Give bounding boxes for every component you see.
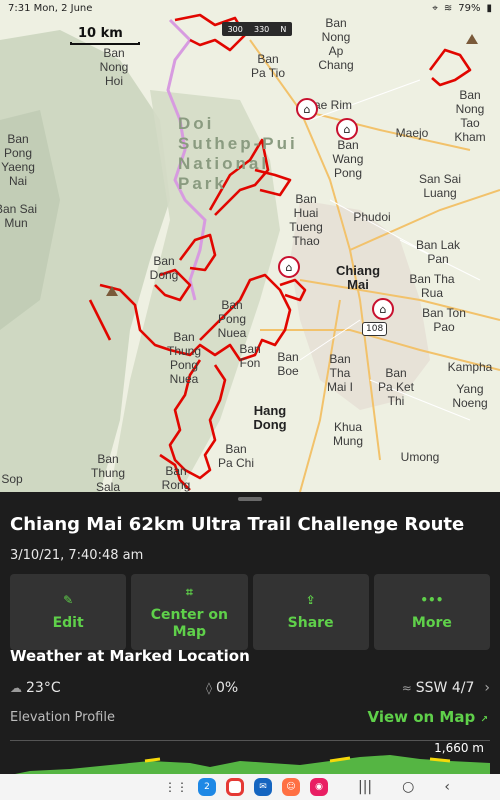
view-on-map-label: View on Map [367,708,476,726]
place-label: Ban Pa Chi [217,442,255,470]
home-icon[interactable]: ○ [402,779,414,795]
heading-compass[interactable]: 300 330 N [222,22,292,36]
elevation-max: 1,660 m [432,741,486,755]
place-label: Phudoi [353,210,391,224]
calendar-app-icon[interactable]: 2 [198,778,216,796]
sheet-drag-handle[interactable] [238,497,262,501]
chrome-app-icon[interactable] [226,778,244,796]
place-label: Khua Mung [332,420,364,448]
weather-row[interactable]: ☁ 23°C ◊ 0% ≈ SSW 4/7 › [10,680,490,696]
center-button-label: Center on Map [150,606,229,640]
weather-wind: SSW 4/7 [415,680,475,696]
lodging-marker-icon[interactable]: ⌂ [372,298,394,320]
park-label: Doi Suthep-Pui National Park [178,114,298,193]
place-label: Ban Pa Ket Thi [377,366,415,408]
place-label: San Sai Luang [418,172,462,200]
place-label: Ban Pa Tio [250,52,286,80]
place-label: Ban Sai Mun [0,202,38,230]
place-label: Ban Boe [277,350,299,378]
place-label: Ban Pong Yaeng Nai [1,132,35,188]
action-buttons: ✎ Edit ⌗ Center on Map ⇪ Share ••• More [10,574,490,650]
place-label: Ban Pong Nuea [217,298,247,340]
road-shield: 108 [362,322,388,336]
battery-icon: ▮ [486,2,492,14]
place-label: Ban Rong [161,464,191,492]
place-label: Ban Thung Pong Nuea [166,330,202,386]
system-nav-bar: ⋮⋮ 2 ✉ ☺ ◉ ||| ○ ‹ [0,774,500,800]
place-label: Ban Nong Hoi [99,46,129,88]
raindrop-icon: ◊ [206,681,212,695]
lodging-marker-icon[interactable]: ⌂ [278,256,300,278]
status-date: Mon, 2 June [33,2,93,14]
share-icon: ⇪ [305,593,316,607]
scale-label: 10 km [78,26,123,41]
place-label: Ban Ton Pao [422,306,466,334]
map-view[interactable]: 10 km 300 330 N Doi Suthep-Pui National … [0,0,500,492]
share-button-label: Share [287,615,334,631]
more-dots-icon: ••• [420,593,444,607]
elevation-chart [10,755,490,775]
back-icon[interactable]: ‹ [444,779,450,795]
view-on-map-link[interactable]: View on Map ↗ [367,708,488,726]
app-drawer-icon[interactable]: ⋮⋮ [164,780,188,794]
chevron-right-icon: › [484,680,490,696]
lodging-marker-icon[interactable]: ⌂ [336,118,358,140]
compass-tick: 330 [253,24,270,34]
route-title: Chiang Mai 62km Ultra Trail Challenge Ro… [10,514,465,535]
status-bar: 7:31 Mon, 2 June ⌖ ≋ 79% ▮ [0,0,500,16]
lodging-marker-icon[interactable]: ⌂ [296,98,318,120]
place-label-town: Hang Dong [253,403,287,432]
more-button[interactable]: ••• More [373,574,490,650]
camera-app-icon[interactable]: ◉ [310,778,328,796]
messages-app-icon[interactable]: ✉ [254,778,272,796]
wind-icon: ≈ [401,681,412,695]
compass-tick: N [280,24,287,34]
place-label: Ban Wang Pong [332,138,364,180]
place-label: Yang Noeng [452,382,488,410]
place-label: Umong [400,450,440,464]
route-timestamp: 3/10/21, 7:40:48 am [10,548,144,563]
center-on-map-button[interactable]: ⌗ Center on Map [131,574,248,650]
status-time: 7:31 [8,2,31,14]
center-focus-icon: ⌗ [185,584,193,599]
place-label: Ban Fon [239,342,261,370]
place-label: Ban Thung Sala [90,452,126,492]
location-icon: ⌖ [432,2,438,14]
route-details-sheet: Chiang Mai 62km Ultra Trail Challenge Ro… [0,492,500,800]
compass-tick: 300 [227,24,243,34]
place-label: Ban Nong Tao Kham [454,88,486,144]
more-button-label: More [411,615,452,631]
elevation-profile[interactable]: 1,660 m [10,740,490,775]
place-label: Ban Lak Pan [415,238,461,266]
weather-precipitation: 0% [215,680,239,696]
weather-title: Weather at Marked Location [10,647,250,665]
place-label: Ban Dong [149,254,179,282]
scale-bar [70,42,140,45]
place-label: Ban Huai Tueng Thao [289,192,323,248]
place-label: Kampha [447,360,493,374]
battery-level: 79% [458,2,481,14]
place-label: Ban Tha Rua [409,272,455,300]
cloud-icon: ☁ [10,681,22,695]
pencil-icon: ✎ [63,593,74,607]
place-label: Sop [1,472,23,486]
contacts-app-icon[interactable]: ☺ [282,778,300,796]
external-link-icon: ↗ [480,715,488,725]
elevation-title: Elevation Profile [10,710,115,725]
place-label-city: Chiang Mai [335,263,381,292]
place-label: Ban Tha Mai I [326,352,354,394]
share-button[interactable]: ⇪ Share [252,574,369,650]
edit-button[interactable]: ✎ Edit [10,574,127,650]
place-label: Maejo [395,126,429,140]
edit-button-label: Edit [52,615,84,631]
weather-temperature: 23°C [26,680,61,696]
place-label: Ban Nong Ap Chang [318,16,354,72]
wifi-icon: ≋ [443,2,453,14]
recents-icon[interactable]: ||| [358,779,372,795]
